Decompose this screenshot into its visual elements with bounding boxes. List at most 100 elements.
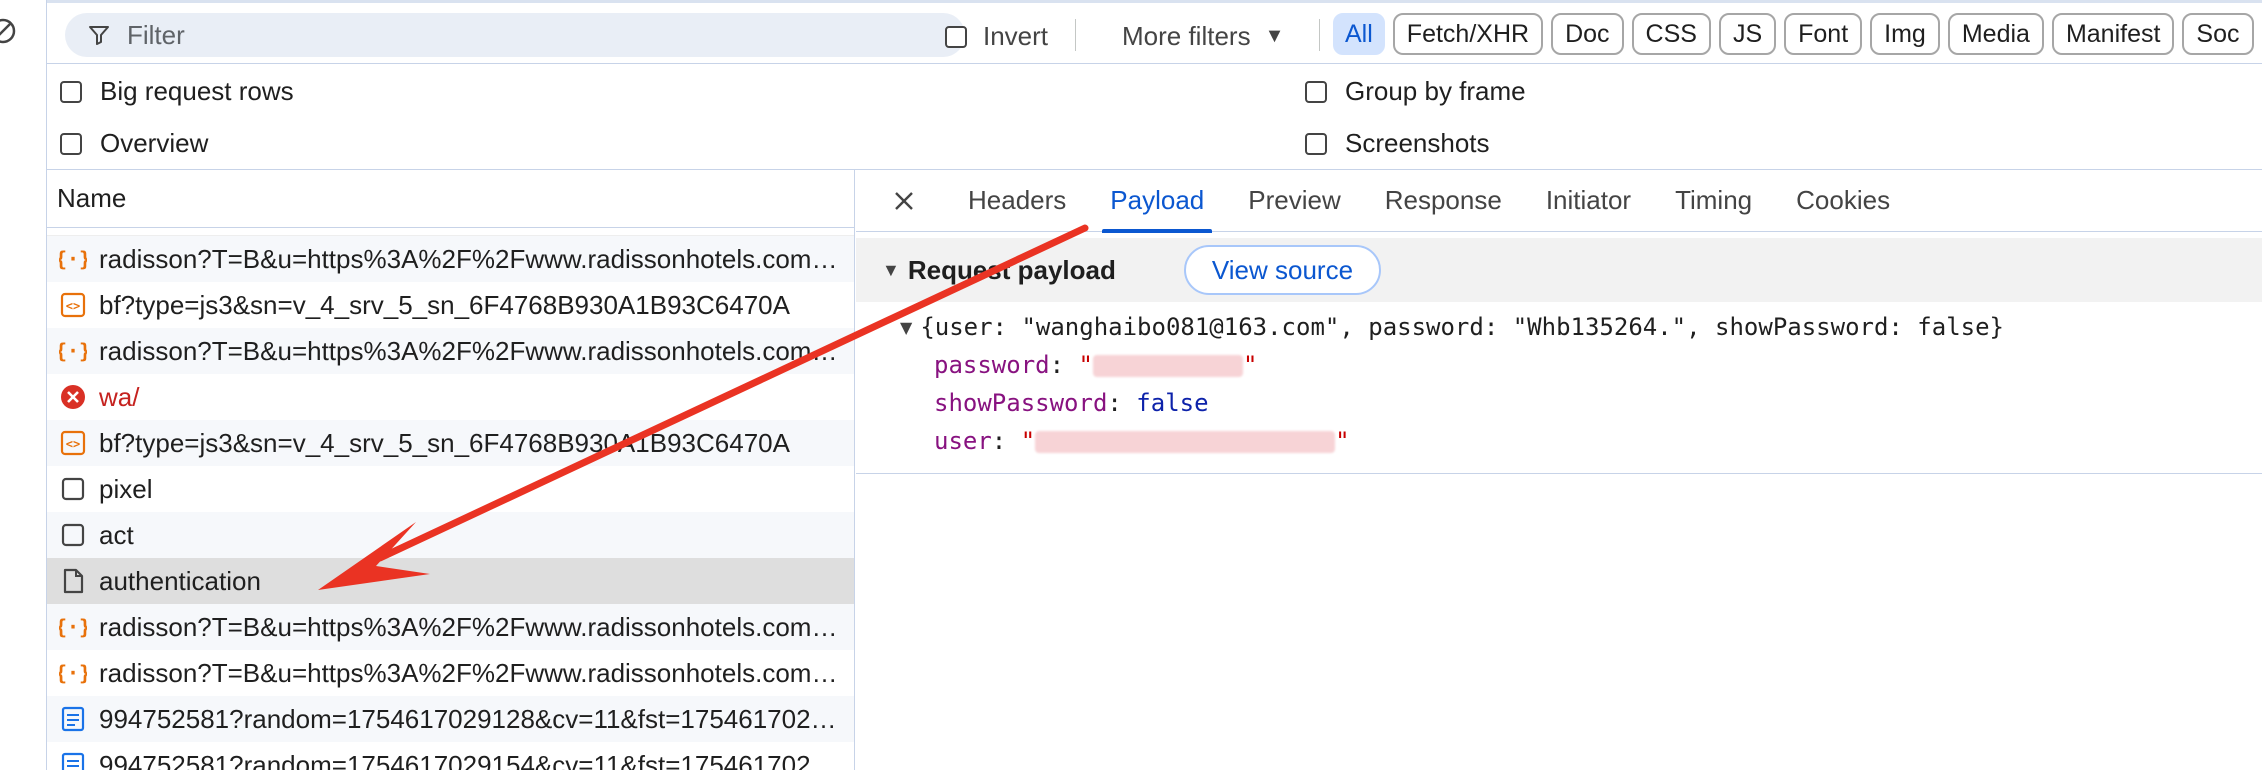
tab-headers[interactable]: Headers <box>946 170 1088 232</box>
group-by-frame-checkbox[interactable] <box>1305 80 1327 103</box>
caret-down-icon: ▼ <box>1264 25 1285 47</box>
more-filters-dropdown[interactable]: More filters ▼ <box>1122 21 1284 52</box>
request-list: Name {·} radisson?T=B&u=https%3A%2F%2Fwww… <box>47 170 855 770</box>
table-row[interactable]: 994752581?random=1754617029128&cv=11&fst… <box>47 696 854 742</box>
fetch-braces-icon: {·} <box>59 613 87 641</box>
big-request-rows-checkbox[interactable] <box>60 80 82 103</box>
type-filter-media[interactable]: Media <box>1947 13 2044 55</box>
prop-key: password <box>934 351 1050 379</box>
view-source-button[interactable]: View source <box>1183 245 1382 295</box>
table-row[interactable]: pixel <box>47 466 854 512</box>
filter-input[interactable] <box>127 19 927 51</box>
script-icon: <> <box>59 429 87 457</box>
payload-summary-text: {user: "wanghaibo081@163.com", password:… <box>920 313 2005 341</box>
left-toolbar-gutter <box>0 0 47 770</box>
table-row[interactable]: {·} radisson?T=B&u=https%3A%2F%2Fwww.radi… <box>47 604 854 650</box>
tab-payload[interactable]: Payload <box>1088 170 1226 233</box>
request-name: act <box>99 519 134 550</box>
payload-prop-user: user: " " <box>934 427 1350 455</box>
table-row[interactable]: <> bf?type=js3&sn=v_4_srv_5_sn_6F4768B930… <box>47 282 854 328</box>
filter-field[interactable] <box>65 13 965 57</box>
section-divider <box>856 460 2262 474</box>
svg-text:{·}: {·} <box>59 247 87 271</box>
invert-checkbox[interactable] <box>945 25 967 48</box>
table-row[interactable]: authentication <box>47 558 854 604</box>
overview-checkbox[interactable] <box>60 132 82 155</box>
table-row[interactable]: {·} radisson?T=B&u=https%3A%2F%2Fwww.radi… <box>47 236 854 282</box>
group-by-frame-option[interactable]: Group by frame <box>1305 76 1526 107</box>
svg-text:<>: <> <box>66 437 80 451</box>
request-name: authentication <box>99 565 261 596</box>
table-row[interactable]: act <box>47 512 854 558</box>
redacted-value: " " <box>1078 351 1258 379</box>
fetch-braces-icon: {·} <box>59 659 87 687</box>
prop-value: false <box>1136 389 1209 417</box>
type-filter-all[interactable]: All <box>1333 13 1385 55</box>
request-name: 994752581?random=1754617029154&cv=11&fst… <box>99 749 849 770</box>
name-column-header[interactable]: Name <box>47 170 854 228</box>
type-filter-img[interactable]: Img <box>1870 13 1940 55</box>
expand-triangle-icon[interactable]: ▼ <box>900 318 912 337</box>
blank-icon <box>59 521 87 549</box>
close-details-button[interactable] <box>886 183 922 219</box>
request-name: radisson?T=B&u=https%3A%2F%2Fwww.radisso… <box>99 611 849 642</box>
request-payload-section: ▼ Request payload View source ▼ {user: "… <box>856 232 2262 474</box>
type-filter-socket[interactable]: Soc <box>2182 13 2254 55</box>
request-details-panel: Headers Payload Preview Response Initiat… <box>856 170 2262 770</box>
resource-type-filters: All Fetch/XHR Doc CSS JS Font Img Media … <box>1333 13 2254 55</box>
overview-label: Overview <box>100 128 209 158</box>
overview-option[interactable]: Overview <box>60 128 208 159</box>
payload-prop-showpassword: showPassword: false <box>934 389 1209 417</box>
type-filter-css[interactable]: CSS <box>1631 13 1711 55</box>
document-icon <box>59 567 87 595</box>
table-row[interactable]: wa/ <box>47 374 854 420</box>
network-settings: Big request rows Overview Group by frame… <box>47 64 2262 170</box>
big-request-rows-label: Big request rows <box>100 76 294 106</box>
blank-icon <box>59 475 87 503</box>
clear-network-log-icon[interactable] <box>0 16 18 46</box>
table-row[interactable]: <> bf?type=js3&sn=v_4_srv_5_sn_6F4768B930… <box>47 420 854 466</box>
table-row[interactable]: {·} radisson?T=B&u=https%3A%2F%2Fwww.radi… <box>47 650 854 696</box>
request-name: radisson?T=B&u=https%3A%2F%2Fwww.radisso… <box>99 657 849 688</box>
tab-initiator[interactable]: Initiator <box>1524 170 1653 232</box>
table-row[interactable]: 994752581?random=1754617029154&cv=11&fst… <box>47 742 854 770</box>
tab-response[interactable]: Response <box>1363 170 1524 232</box>
tab-preview[interactable]: Preview <box>1226 170 1362 232</box>
type-filter-manifest[interactable]: Manifest <box>2051 13 2175 55</box>
svg-text:{·}: {·} <box>59 615 87 639</box>
script-icon: <> <box>59 291 87 319</box>
prop-key: showPassword <box>934 389 1108 417</box>
request-payload-header[interactable]: ▼ Request payload View source <box>856 238 2262 302</box>
toolbar-divider <box>1075 19 1076 51</box>
request-payload-title: Request payload <box>907 254 1116 285</box>
invert-toggle[interactable]: Invert <box>945 21 1048 52</box>
details-tabs: Headers Payload Preview Response Initiat… <box>856 170 2262 233</box>
fetch-braces-icon: {·} <box>59 337 87 365</box>
screenshots-option[interactable]: Screenshots <box>1305 128 1490 159</box>
request-name: wa/ <box>99 381 140 412</box>
text-doc-icon <box>59 751 87 770</box>
svg-text:{·}: {·} <box>59 339 87 363</box>
tab-cookies[interactable]: Cookies <box>1774 170 1912 232</box>
payload-tree: ▼ {user: "wanghaibo081@163.com", passwor… <box>856 302 2262 460</box>
table-row[interactable]: {·} radisson?T=B&u=https%3A%2F%2Fwww.radi… <box>47 328 854 374</box>
funnel-icon <box>89 26 109 45</box>
request-name: radisson?T=B&u=https%3A%2F%2Fwww.radisso… <box>99 335 849 366</box>
type-filter-doc[interactable]: Doc <box>1551 13 1624 55</box>
text-doc-icon <box>59 705 87 733</box>
screenshots-checkbox[interactable] <box>1305 132 1327 155</box>
big-request-rows-option[interactable]: Big request rows <box>60 76 294 107</box>
request-name: radisson?T=B&u=https%3A%2F%2Fwww.radisso… <box>99 243 849 274</box>
list-item[interactable] <box>47 228 854 236</box>
redacted-value: " " <box>1020 427 1350 455</box>
expand-triangle-icon[interactable]: ▼ <box>882 260 900 281</box>
payload-summary-line[interactable]: ▼ {user: "wanghaibo081@163.com", passwor… <box>856 308 2262 346</box>
type-filter-font[interactable]: Font <box>1784 13 1863 55</box>
toolbar-divider <box>1319 19 1320 51</box>
group-by-frame-label: Group by frame <box>1345 76 1526 106</box>
type-filter-js[interactable]: JS <box>1718 13 1777 55</box>
type-filter-fetch-xhr[interactable]: Fetch/XHR <box>1392 13 1544 55</box>
request-name: bf?type=js3&sn=v_4_srv_5_sn_6F4768B930A1… <box>99 289 790 320</box>
prop-key: user <box>934 427 992 455</box>
tab-timing[interactable]: Timing <box>1653 170 1774 232</box>
